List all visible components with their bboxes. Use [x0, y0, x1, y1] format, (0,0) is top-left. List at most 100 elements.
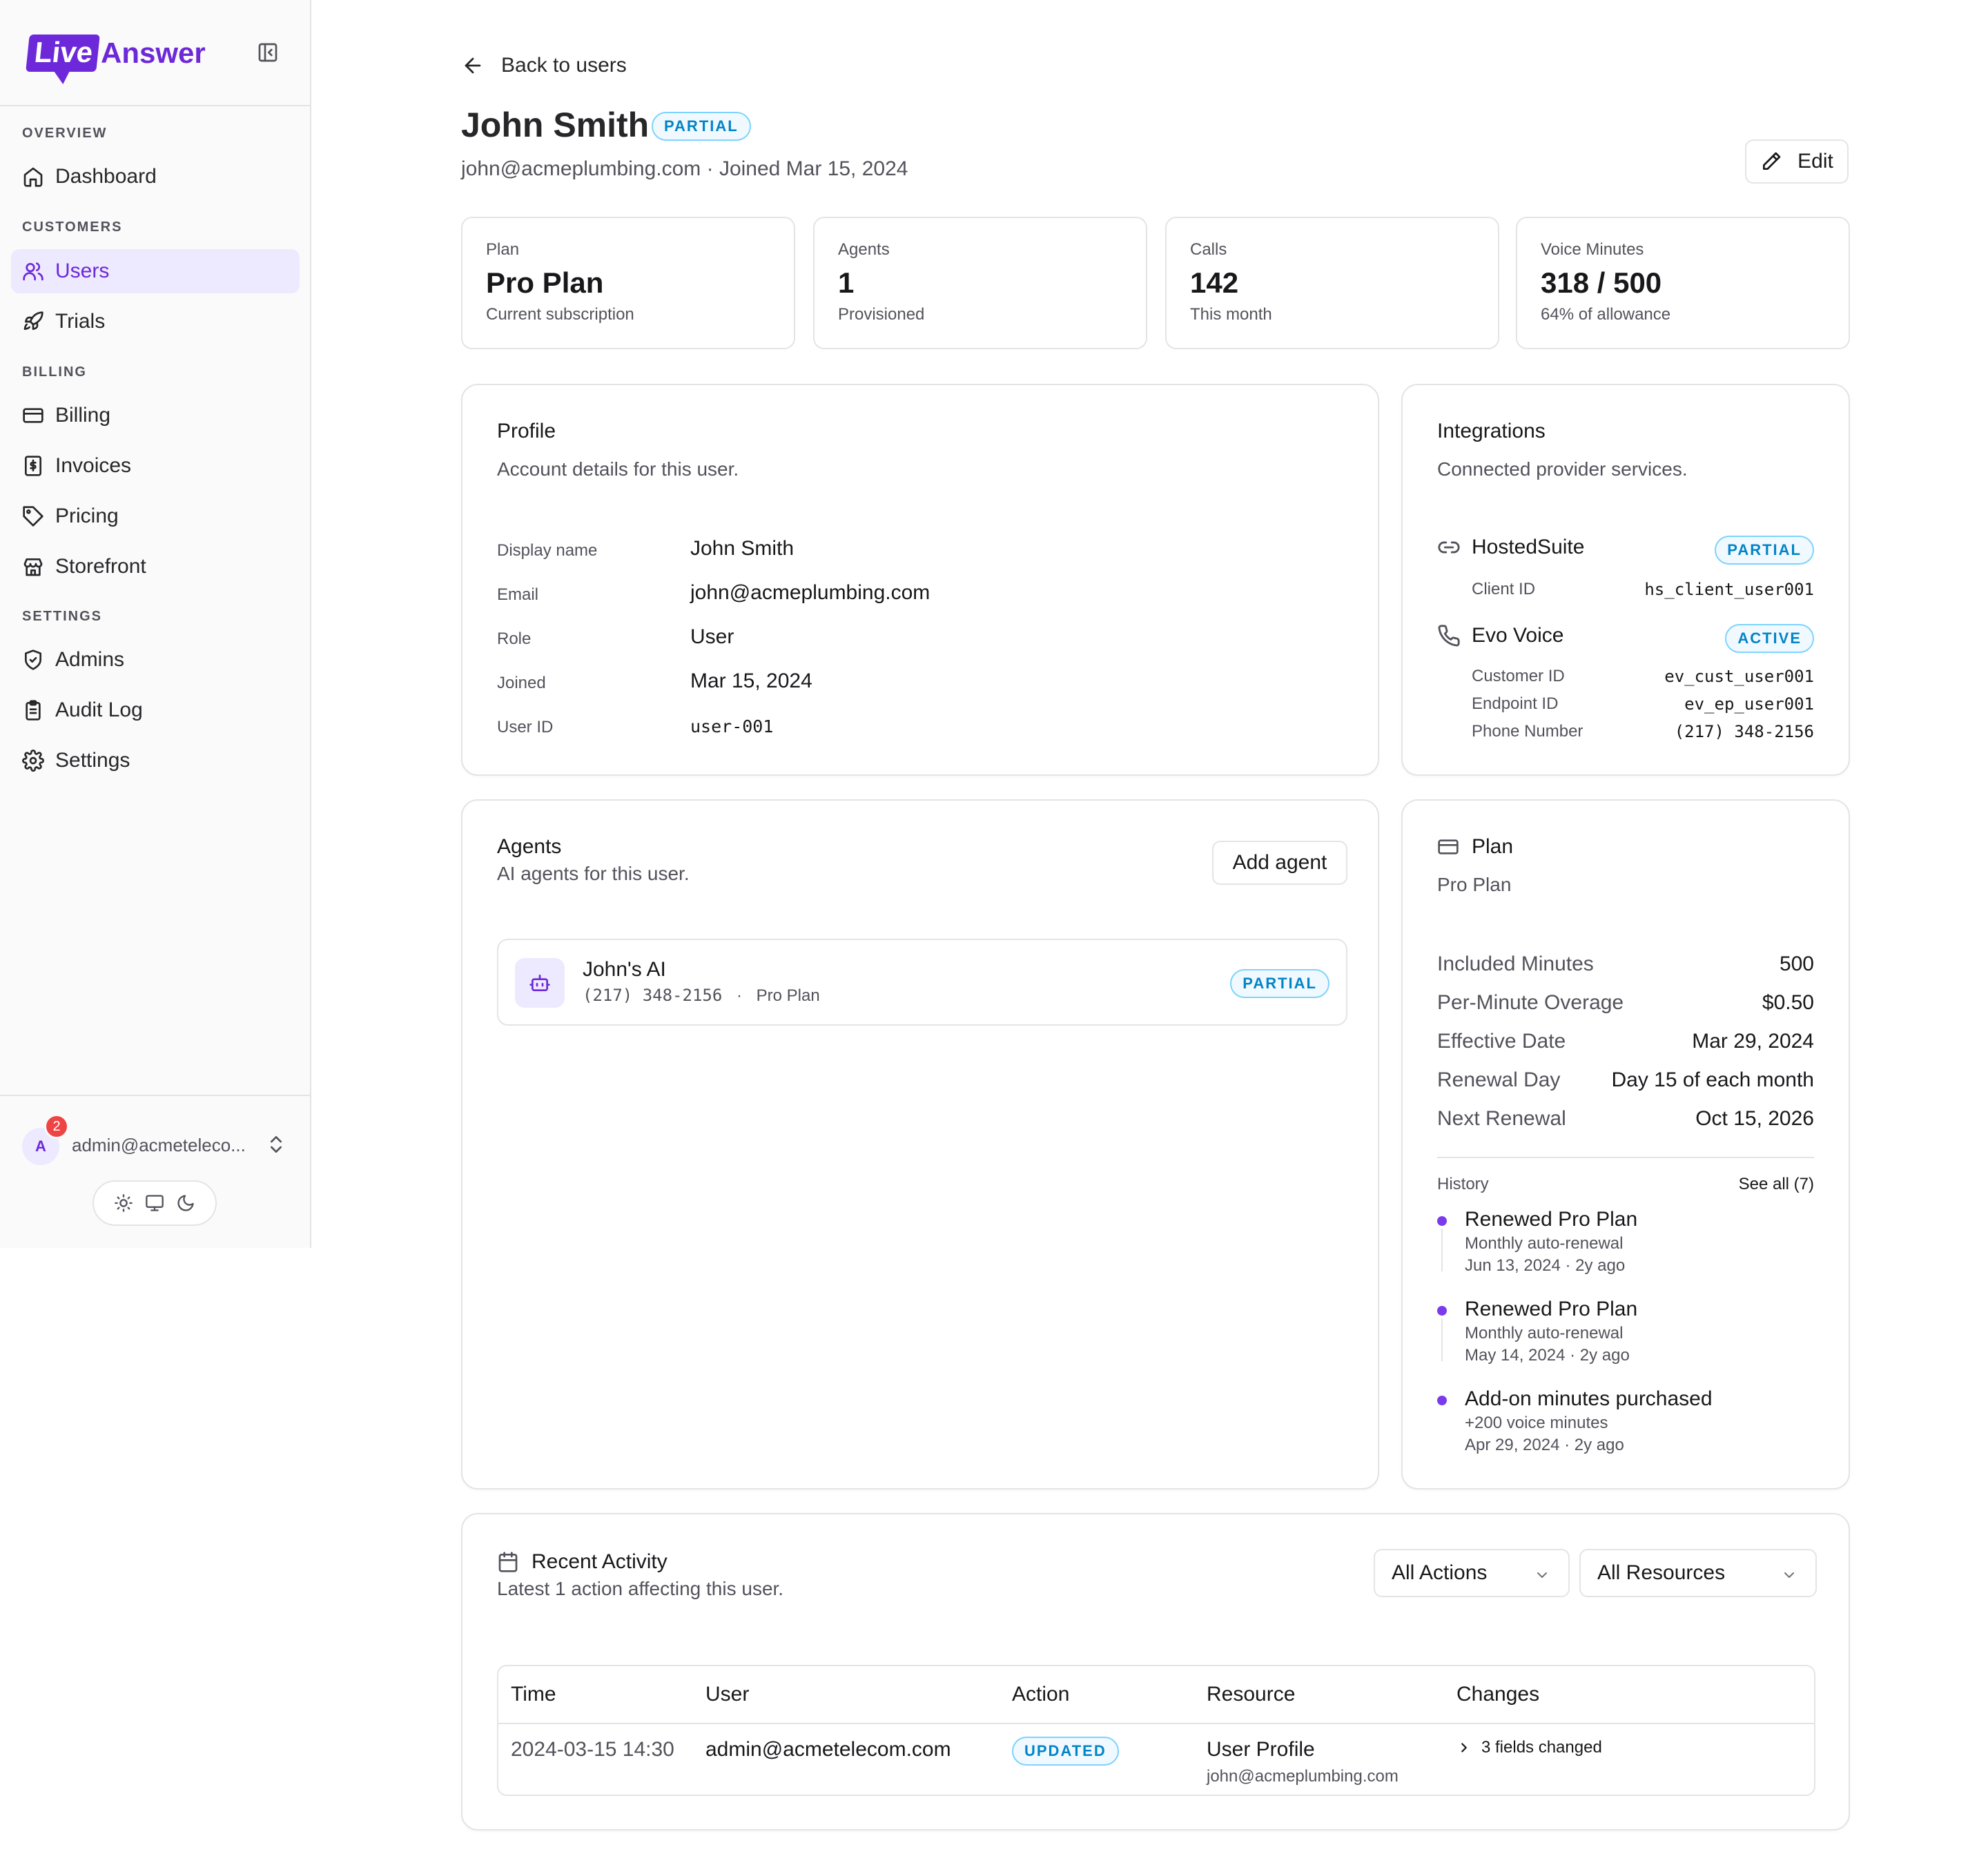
logo-text: Answer: [101, 37, 206, 69]
chevrons-up-down-icon[interactable]: [265, 1132, 287, 1157]
sidebar-item-pricing[interactable]: Pricing: [11, 494, 300, 538]
see-all-link[interactable]: See all (7): [1739, 1175, 1814, 1194]
stat-card-plan: Plan Pro Plan Current subscription: [461, 217, 795, 349]
list-item[interactable]: John's AI (217) 348-2156 · Pro Plan PART…: [497, 939, 1347, 1026]
agent-phone: (217) 348-2156: [583, 986, 723, 1005]
history-dot: [1437, 1216, 1447, 1226]
activity-title: Recent Activity: [532, 1550, 667, 1573]
card-title: Integrations: [1437, 420, 1546, 442]
plan-title: Plan: [1472, 835, 1514, 858]
tag-icon: [23, 506, 43, 527]
sidebar-item-admins[interactable]: Admins: [11, 638, 300, 682]
profile-card: Profile Account details for this user. D…: [461, 384, 1379, 776]
stat-value: 1: [838, 266, 855, 299]
stat-value: Pro Plan: [486, 266, 604, 299]
stat-label: Plan: [486, 240, 520, 259]
sidebar-item-label: Invoices: [55, 454, 132, 477]
chevron-down-icon: [1537, 1572, 1547, 1578]
sidebar-collapse-icon[interactable]: [257, 41, 279, 64]
receipt-icon: [25, 456, 41, 476]
plan-row-value: Oct 15, 2026: [1695, 1107, 1814, 1130]
integration-key: Customer ID: [1472, 667, 1565, 685]
card-desc: Account details for this user.: [497, 458, 739, 480]
moon-icon[interactable]: [176, 1193, 195, 1213]
sidebar: Live Answer OVERVIEW Dashboard CUSTOMERS…: [0, 0, 311, 1248]
sidebar-item-audit-log[interactable]: Audit Log: [11, 688, 300, 732]
sidebar-item-label: Audit Log: [55, 699, 143, 721]
history-date: May 14, 2024 · 2y ago: [1465, 1346, 1630, 1365]
sidebar-item-label: Billing: [55, 404, 111, 427]
nav-section-settings: SETTINGS: [22, 609, 103, 624]
field-label: User ID: [497, 718, 554, 736]
history-sub: +200 voice minutes: [1465, 1414, 1608, 1432]
table-divider: [498, 1723, 1814, 1724]
integration-name: Evo Voice: [1472, 624, 1564, 647]
gear-icon: [22, 750, 44, 772]
sidebar-item-settings[interactable]: Settings: [11, 739, 300, 783]
divider: [1437, 1157, 1814, 1158]
field-label: Role: [497, 629, 532, 648]
integration-value: ev_ep_user001: [1684, 694, 1814, 714]
stat-card-voice-minutes: Voice Minutes 318 / 500 64% of allowance: [1516, 217, 1850, 349]
edit-label: Edit: [1797, 150, 1833, 173]
history-title: Renewed Pro Plan: [1465, 1208, 1638, 1231]
field-label: Display name: [497, 541, 598, 560]
card-title: Recent Activity: [497, 1550, 667, 1574]
agents-card: Agents AI agents for this user. Add agen…: [461, 799, 1379, 1490]
back-to-users-link[interactable]: Back to users: [461, 54, 627, 77]
resources-filter-select[interactable]: All Resources: [1579, 1549, 1817, 1597]
field-value: user-001: [690, 716, 774, 736]
plan-row-label: Included Minutes: [1437, 953, 1594, 975]
recent-activity-card: Recent Activity Latest 1 action affectin…: [461, 1513, 1850, 1830]
card-desc: Connected provider services.: [1437, 458, 1688, 480]
edit-button[interactable]: Edit: [1745, 139, 1849, 184]
sidebar-item-users[interactable]: Users: [11, 249, 300, 293]
app-logo[interactable]: Live Answer: [26, 30, 206, 76]
column-header: Resource: [1207, 1683, 1296, 1706]
plan-row-value: Day 15 of each month: [1611, 1068, 1814, 1091]
link-icon: [1438, 541, 1460, 554]
integration-value: hs_client_user001: [1644, 580, 1814, 599]
sidebar-item-billing[interactable]: Billing: [11, 393, 300, 438]
actions-filter-select[interactable]: All Actions: [1374, 1549, 1570, 1597]
stat-sub: 64% of allowance: [1541, 305, 1671, 324]
chevron-down-icon: [1784, 1572, 1794, 1578]
sidebar-item-label: Settings: [55, 749, 130, 772]
account-email[interactable]: admin@acmeteleco...: [72, 1135, 246, 1156]
monitor-icon[interactable]: [145, 1193, 164, 1213]
agent-name: John's AI: [583, 958, 666, 981]
chevron-right-icon: [1461, 1743, 1467, 1752]
cell-user: admin@acmetelecom.com: [705, 1738, 951, 1761]
account-menu: A 2 admin@acmeteleco...: [0, 1095, 310, 1248]
plan-row-value: Mar 29, 2024: [1692, 1030, 1814, 1053]
field-label: Joined: [497, 674, 546, 692]
sidebar-item-trials[interactable]: Trials: [11, 300, 300, 344]
arrow-left-icon: [465, 57, 481, 74]
store-icon: [23, 558, 43, 576]
card-title: Agents: [497, 835, 562, 858]
select-value: All Actions: [1392, 1561, 1488, 1584]
home-icon: [23, 167, 43, 187]
sidebar-item-label: Pricing: [55, 505, 119, 527]
activity-table: Time User Action Resource Changes 2024-0…: [497, 1665, 1815, 1796]
stat-label: Voice Minutes: [1541, 240, 1644, 259]
column-header: Changes: [1456, 1683, 1540, 1706]
history-sub: Monthly auto-renewal: [1465, 1324, 1624, 1342]
page-subtitle: john@acmeplumbing.com · Joined Mar 15, 2…: [461, 157, 908, 180]
plan-row-value: $0.50: [1762, 991, 1814, 1014]
history-dot: [1437, 1396, 1447, 1405]
integrations-card: Integrations Connected provider services…: [1401, 384, 1850, 776]
add-agent-button[interactable]: Add agent: [1212, 841, 1347, 885]
changes-toggle[interactable]: 3 fields changed: [1456, 1738, 1602, 1757]
sidebar-item-label: Users: [55, 260, 110, 282]
sidebar-item-storefront[interactable]: Storefront: [11, 545, 300, 589]
stat-sub: This month: [1190, 305, 1272, 324]
integration-hostedsuite: HostedSuite: [1437, 536, 1584, 559]
card-desc: AI agents for this user.: [497, 863, 690, 884]
history-label: History: [1437, 1175, 1489, 1193]
sidebar-item-dashboard[interactable]: Dashboard: [11, 155, 300, 199]
sun-icon[interactable]: [114, 1193, 133, 1213]
sidebar-item-invoices[interactable]: Invoices: [11, 444, 300, 488]
history-sub: Monthly auto-renewal: [1465, 1234, 1624, 1253]
status-badge: PARTIAL: [1715, 536, 1814, 565]
